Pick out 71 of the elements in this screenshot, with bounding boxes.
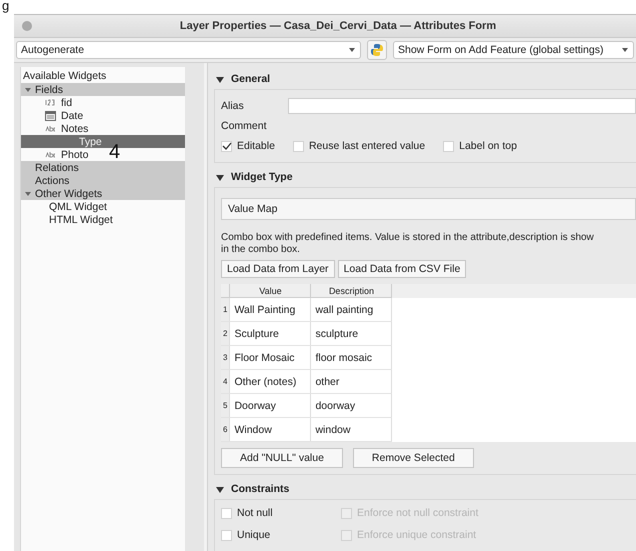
table-cell[interactable]: Floor Mosaic bbox=[230, 346, 311, 370]
table-cell[interactable]: other bbox=[310, 370, 392, 394]
section-title: Widget Type bbox=[231, 171, 293, 183]
table-cell[interactable]: Other (notes) bbox=[230, 370, 311, 394]
table-cell[interactable]: window bbox=[310, 418, 392, 442]
column-header: Description bbox=[310, 284, 392, 298]
form-suppress-dropdown[interactable]: Show Form on Add Feature (global settings) bbox=[393, 41, 634, 59]
row-number: 5 bbox=[221, 394, 230, 418]
calendar-icon bbox=[44, 110, 56, 120]
tree-item[interactable]: Notes bbox=[21, 122, 88, 135]
checkbox-label: Reuse last entered value bbox=[308, 140, 426, 152]
row-number: 1 bbox=[221, 298, 230, 322]
checkbox[interactable] bbox=[292, 140, 304, 152]
row-number: 6 bbox=[221, 418, 230, 442]
table-cell[interactable]: Wall Painting bbox=[230, 298, 311, 322]
checkmark-icon bbox=[222, 142, 232, 150]
tree-header: Available Widgets bbox=[23, 70, 106, 82]
table-cell[interactable]: doorway bbox=[310, 394, 392, 418]
collapse-arrow-icon bbox=[216, 174, 224, 180]
caption-fragment: g bbox=[2, 0, 10, 13]
table-cell[interactable]: Doorway bbox=[230, 394, 311, 418]
checkbox[interactable] bbox=[443, 140, 454, 152]
row-number: 4 bbox=[221, 370, 230, 394]
checkbox-label: Unique bbox=[237, 529, 270, 541]
checkbox[interactable] bbox=[221, 508, 232, 518]
section-title: Constraints bbox=[231, 483, 290, 495]
text-type-icon bbox=[44, 150, 56, 159]
tree-item[interactable]: Photo bbox=[21, 148, 88, 161]
layout-dropdown[interactable]: Autogenerate bbox=[16, 41, 361, 59]
text-type-icon bbox=[44, 124, 56, 133]
window-close-button[interactable] bbox=[22, 21, 32, 31]
table-cell[interactable]: floor mosaic bbox=[310, 346, 392, 370]
field-label: Comment bbox=[221, 120, 267, 132]
table-cell[interactable]: Sculpture bbox=[230, 322, 311, 346]
tree-group[interactable]: Other Widgets bbox=[21, 187, 185, 200]
checkbox-label: Not null bbox=[237, 507, 273, 519]
column-header: Value bbox=[230, 284, 311, 298]
caret-icon bbox=[348, 47, 356, 53]
tree-item[interactable]: Date bbox=[21, 109, 84, 122]
checkbox[interactable] bbox=[221, 530, 232, 540]
checkbox-label: Editable bbox=[237, 140, 275, 152]
window-title: Layer Properties — Casa_Dei_Cervi_Data — Attributes Form bbox=[178, 20, 498, 32]
tree-item[interactable]: HTML Widget bbox=[21, 213, 113, 226]
row-number: 2 bbox=[221, 322, 230, 346]
python-button[interactable] bbox=[367, 40, 387, 60]
caret-icon bbox=[621, 47, 629, 53]
table-cell[interactable]: Window bbox=[230, 418, 311, 442]
table-action-button[interactable]: Add "NULL" value bbox=[221, 448, 343, 468]
tree-group[interactable]: Fields bbox=[21, 83, 185, 96]
tree-item[interactable]: fid bbox=[21, 96, 72, 109]
table-action-button[interactable]: Remove Selected bbox=[352, 448, 474, 468]
section-title: General bbox=[231, 73, 270, 85]
checkbox[interactable] bbox=[221, 140, 232, 152]
load-button[interactable]: Load Data from CSV File bbox=[338, 260, 466, 278]
checkbox-label: Label on top bbox=[459, 140, 517, 152]
widget-type-dropdown[interactable]: Value Map bbox=[221, 198, 636, 220]
tree-group[interactable]: Actions bbox=[21, 174, 185, 187]
collapse-arrow-icon bbox=[216, 76, 224, 82]
alias-field[interactable] bbox=[288, 98, 636, 114]
table-cell[interactable]: wall painting bbox=[310, 298, 392, 322]
number-type-icon bbox=[44, 98, 56, 107]
tree-group[interactable]: Relations bbox=[21, 161, 185, 174]
table-cell[interactable]: sculpture bbox=[310, 322, 392, 346]
collapse-arrow-icon bbox=[216, 486, 224, 492]
widget-description: Combo box with predefined items. Value is stored in the attribute,description is show in the combo box. bbox=[220, 232, 595, 256]
python-icon bbox=[370, 43, 384, 57]
value-map-table[interactable]: Value Description 1 Wall Painting wall painting 2 Sculpture sculpture 3 Floor Mosaic floor mosaic 4 Other (notes) other 5 Doorway doorway 6 Window window bbox=[221, 284, 636, 442]
row-number: 3 bbox=[221, 346, 230, 370]
field-label: Alias bbox=[221, 100, 244, 112]
load-button[interactable]: Load Data from Layer bbox=[221, 260, 335, 278]
tree-item[interactable]: QML Widget bbox=[21, 200, 107, 213]
